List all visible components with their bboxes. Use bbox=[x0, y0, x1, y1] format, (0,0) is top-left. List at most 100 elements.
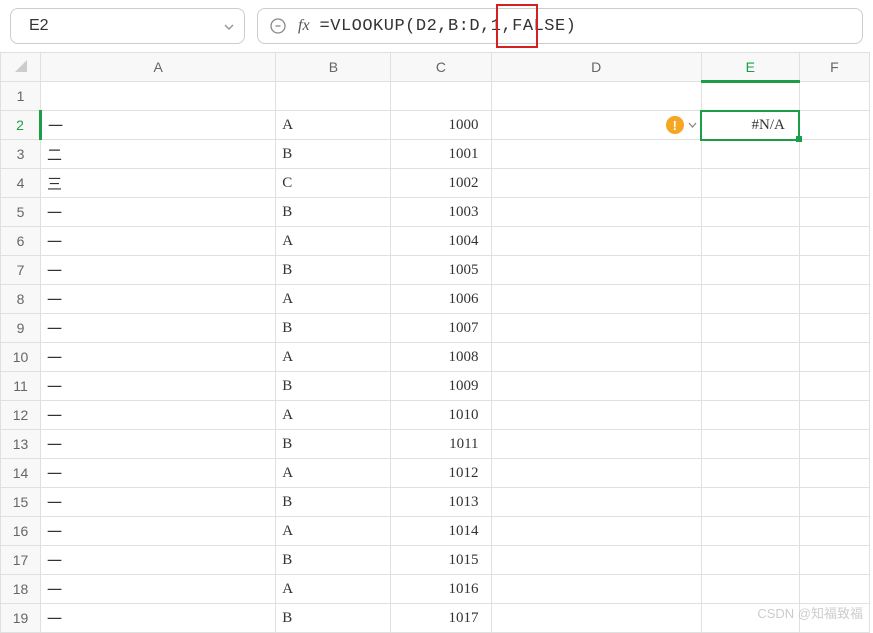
cell[interactable] bbox=[799, 401, 869, 430]
cell[interactable] bbox=[491, 140, 701, 169]
cell[interactable] bbox=[701, 343, 799, 372]
row-header[interactable]: 15 bbox=[1, 488, 41, 517]
cell[interactable] bbox=[491, 517, 701, 546]
col-header-a[interactable]: A bbox=[41, 53, 276, 82]
cell[interactable] bbox=[701, 256, 799, 285]
cell[interactable]: 1010 bbox=[391, 401, 491, 430]
cell[interactable]: A bbox=[276, 285, 391, 314]
cell[interactable]: A bbox=[276, 343, 391, 372]
cell[interactable]: 1014 bbox=[391, 517, 491, 546]
cell[interactable]: B bbox=[276, 488, 391, 517]
fx-label[interactable]: fx bbox=[298, 17, 310, 35]
cell[interactable] bbox=[491, 604, 701, 633]
row-header[interactable]: 7 bbox=[1, 256, 41, 285]
cell[interactable] bbox=[491, 169, 701, 198]
row-header[interactable]: 4 bbox=[1, 169, 41, 198]
cell[interactable]: 1001 bbox=[391, 140, 491, 169]
cell[interactable] bbox=[799, 314, 869, 343]
select-all-corner[interactable] bbox=[1, 53, 41, 82]
cell[interactable]: 一 bbox=[41, 256, 276, 285]
formula-bar[interactable]: fx =VLOOKUP(D2,B:D,1,FALSE) bbox=[257, 8, 863, 44]
cell[interactable] bbox=[491, 198, 701, 227]
cell[interactable]: 二 bbox=[41, 140, 276, 169]
cell[interactable]: 1011 bbox=[391, 430, 491, 459]
cell[interactable]: 一 bbox=[41, 111, 276, 140]
row-header[interactable]: 6 bbox=[1, 227, 41, 256]
cell[interactable] bbox=[491, 227, 701, 256]
cell[interactable]: 一 bbox=[41, 285, 276, 314]
cell[interactable] bbox=[491, 256, 701, 285]
cell[interactable] bbox=[701, 488, 799, 517]
cell[interactable]: A bbox=[276, 575, 391, 604]
cell[interactable] bbox=[799, 111, 869, 140]
cell[interactable] bbox=[701, 517, 799, 546]
cell[interactable] bbox=[799, 140, 869, 169]
cell[interactable]: B bbox=[276, 256, 391, 285]
cell[interactable] bbox=[799, 256, 869, 285]
row-header[interactable]: 14 bbox=[1, 459, 41, 488]
cell[interactable] bbox=[701, 140, 799, 169]
cell[interactable] bbox=[799, 285, 869, 314]
cell[interactable] bbox=[491, 285, 701, 314]
cell[interactable]: 1005 bbox=[391, 256, 491, 285]
cell[interactable]: 一 bbox=[41, 517, 276, 546]
cell[interactable]: 1013 bbox=[391, 488, 491, 517]
col-header-b[interactable]: B bbox=[276, 53, 391, 82]
col-header-e[interactable]: E bbox=[701, 53, 799, 82]
cell[interactable]: A bbox=[276, 517, 391, 546]
cell[interactable]: 一 bbox=[41, 372, 276, 401]
col-header-c[interactable]: C bbox=[391, 53, 491, 82]
cell[interactable] bbox=[701, 546, 799, 575]
row-header[interactable]: 1 bbox=[1, 82, 41, 111]
row-header[interactable]: 8 bbox=[1, 285, 41, 314]
row-header[interactable]: 3 bbox=[1, 140, 41, 169]
cell[interactable] bbox=[491, 459, 701, 488]
cell[interactable] bbox=[799, 517, 869, 546]
cell[interactable] bbox=[276, 82, 391, 111]
cell[interactable]: 一 bbox=[41, 401, 276, 430]
cell[interactable] bbox=[491, 82, 701, 111]
row-header[interactable]: 16 bbox=[1, 517, 41, 546]
cell[interactable] bbox=[799, 169, 869, 198]
cell[interactable]: 一 bbox=[41, 343, 276, 372]
cell[interactable]: A bbox=[276, 111, 391, 140]
col-header-d[interactable]: D bbox=[491, 53, 701, 82]
row-header[interactable]: 9 bbox=[1, 314, 41, 343]
cell[interactable]: B bbox=[276, 546, 391, 575]
cell[interactable]: B bbox=[276, 198, 391, 227]
cancel-icon[interactable] bbox=[268, 16, 288, 36]
cell[interactable] bbox=[701, 430, 799, 459]
cell[interactable]: 1007 bbox=[391, 314, 491, 343]
cell[interactable] bbox=[799, 343, 869, 372]
cell[interactable] bbox=[701, 198, 799, 227]
cell[interactable]: 1016 bbox=[391, 575, 491, 604]
cell[interactable]: B bbox=[276, 314, 391, 343]
cell[interactable]: B bbox=[276, 140, 391, 169]
cell[interactable]: B bbox=[276, 604, 391, 633]
cell[interactable] bbox=[491, 372, 701, 401]
cell[interactable] bbox=[799, 82, 869, 111]
cell[interactable]: 1000 bbox=[391, 111, 491, 140]
cell[interactable]: 1015 bbox=[391, 546, 491, 575]
cell[interactable] bbox=[701, 169, 799, 198]
formula-input[interactable]: =VLOOKUP(D2,B:D,1,FALSE) bbox=[320, 17, 577, 36]
cell[interactable]: 一 bbox=[41, 546, 276, 575]
cell[interactable] bbox=[391, 82, 491, 111]
cell[interactable] bbox=[491, 401, 701, 430]
cell[interactable] bbox=[41, 82, 276, 111]
cell[interactable] bbox=[799, 198, 869, 227]
error-indicator[interactable]: ! bbox=[666, 116, 697, 134]
cell[interactable]: 1009 bbox=[391, 372, 491, 401]
cell[interactable]: 1012 bbox=[391, 459, 491, 488]
cell[interactable] bbox=[491, 575, 701, 604]
row-header[interactable]: 2 bbox=[1, 111, 41, 140]
cell[interactable]: 一 bbox=[41, 575, 276, 604]
cell[interactable] bbox=[491, 546, 701, 575]
cell[interactable]: 1006 bbox=[391, 285, 491, 314]
cell[interactable] bbox=[799, 372, 869, 401]
row-header[interactable]: 5 bbox=[1, 198, 41, 227]
cell[interactable] bbox=[701, 314, 799, 343]
cell[interactable] bbox=[491, 314, 701, 343]
cell[interactable]: 一 bbox=[41, 314, 276, 343]
cell[interactable] bbox=[799, 459, 869, 488]
